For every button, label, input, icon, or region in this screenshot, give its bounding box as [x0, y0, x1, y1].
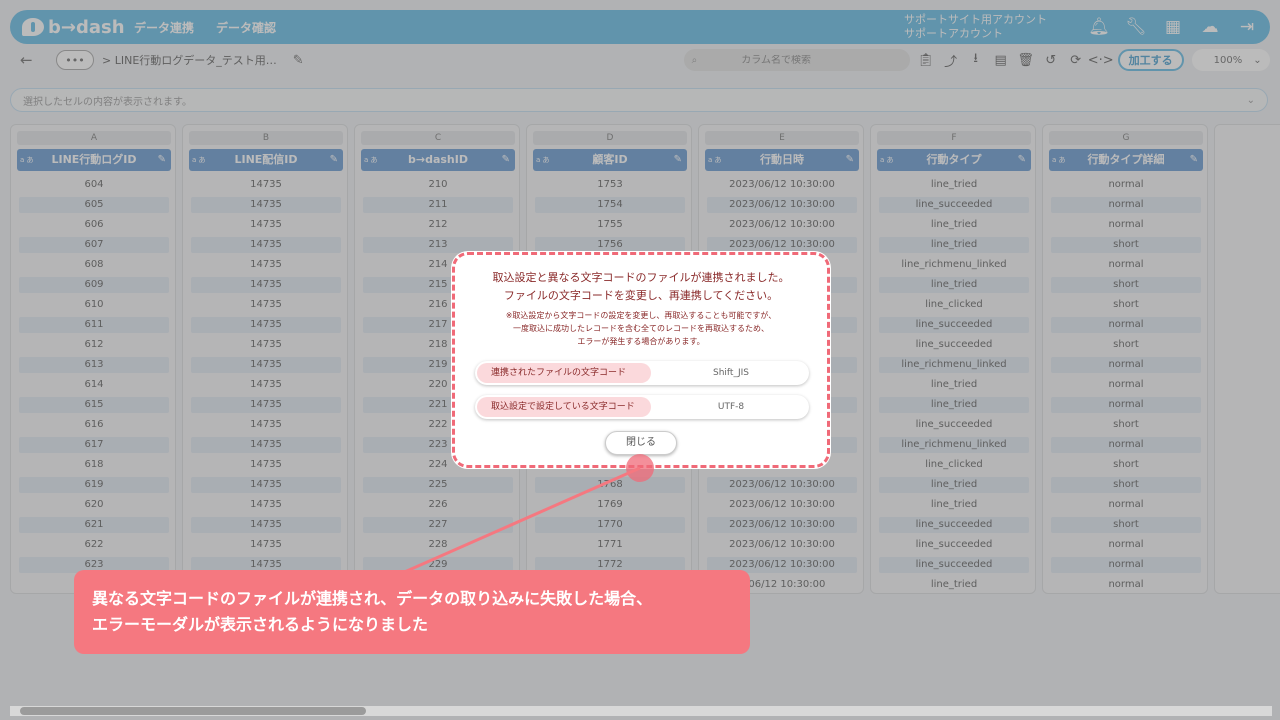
callout-line: エラーモーダルが表示されるようになりました — [92, 615, 429, 634]
callout-line: 異なる文字コードのファイルが連携され、データの取り込みに失敗した場合、 — [92, 589, 653, 608]
horizontal-scrollbar[interactable] — [10, 706, 1272, 716]
annotation-callout: 異なる文字コードのファイルが連携され、データの取り込みに失敗した場合、 エラーモ… — [74, 570, 750, 654]
scrollbar-thumb[interactable] — [20, 707, 366, 715]
